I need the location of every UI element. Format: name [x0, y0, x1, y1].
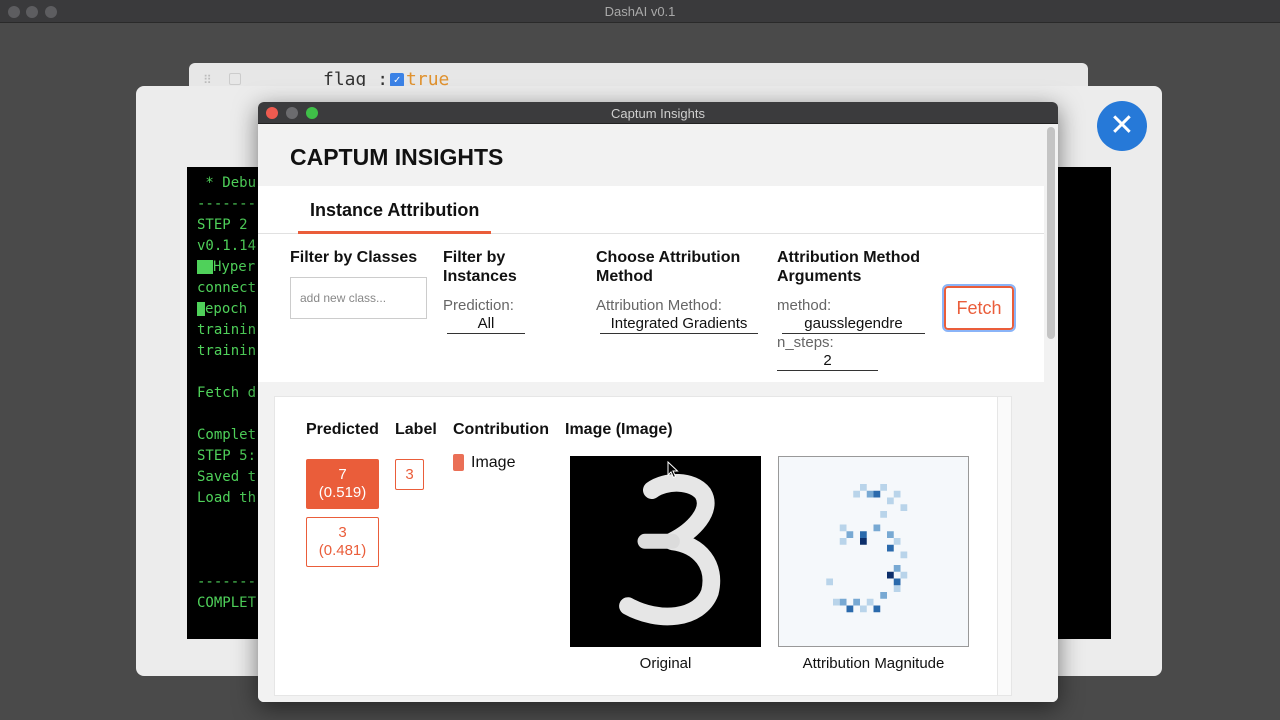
prediction-select[interactable]: All [447, 315, 525, 334]
prediction-class: 7 [338, 466, 347, 483]
method-arguments-heading: Attribution Method Arguments [777, 249, 921, 285]
terminal-line: trainin [197, 322, 257, 338]
arg-method-input[interactable]: gausslegendre [782, 315, 925, 334]
filter-panel: Filter by Classes add new class... Filte… [258, 234, 1044, 382]
filter-instances-heading: Filter by Instances [443, 249, 517, 285]
app-title: DashAI v0.1 [604, 4, 676, 19]
attribution-heatmap [778, 456, 969, 647]
col-image-header: Image (Image) [565, 421, 673, 438]
tab-instance-attribution[interactable]: Instance Attribution [298, 200, 492, 234]
captum-body: CAPTUM INSIGHTS Instance Attribution Fil… [258, 124, 1044, 702]
checkbox[interactable] [229, 73, 241, 85]
captum-window: Captum Insights CAPTUM INSIGHTS Instance… [258, 102, 1058, 702]
arg-nsteps-label: n_steps: [777, 334, 834, 351]
terminal-line: trainin [197, 343, 257, 359]
class-filter-input[interactable]: add new class... [290, 277, 427, 319]
terminal-line: Fetch d [197, 385, 257, 401]
terminal-line-text: Hyper [213, 259, 256, 275]
page-title: CAPTUM INSIGHTS [290, 144, 504, 170]
captum-window-title: Captum Insights [611, 106, 705, 121]
terminal-line: COMPLET [197, 595, 257, 611]
app-header: CAPTUM INSIGHTS [258, 124, 1044, 186]
contribution-label: Image [471, 454, 516, 471]
terminal-cursor-block [197, 302, 205, 316]
fetch-button[interactable]: Fetch [942, 284, 1016, 332]
drag-handle-icon[interactable]: ⠿ [203, 73, 214, 87]
prediction-score: (0.519) [318, 484, 367, 501]
contribution-bar [453, 454, 464, 471]
attribution-caption: Attribution Magnitude [802, 655, 945, 672]
check-icon[interactable]: ✓ [390, 73, 405, 87]
captum-titlebar: Captum Insights [258, 102, 1058, 124]
panel-scrollbar[interactable] [997, 397, 1011, 695]
app-titlebar: DashAI v0.1 [0, 0, 1280, 23]
terminal-line: * Debu [197, 175, 257, 191]
terminal-line: ------- [197, 196, 257, 212]
terminal-line-text: epoch [205, 301, 248, 317]
attribution-method-select[interactable]: Integrated Gradients [600, 315, 758, 334]
prediction-class: 3 [338, 524, 347, 541]
prediction-chip-selected[interactable]: 7 (0.519) [306, 459, 379, 509]
terminal-line: epoch [197, 301, 247, 317]
terminal-line: v0.1.14 [197, 238, 257, 254]
prediction-score: (0.481) [318, 542, 367, 559]
mouse-cursor-icon [667, 461, 679, 479]
terminal-line: Saved t [197, 469, 257, 485]
prediction-chip[interactable]: 3 (0.481) [306, 517, 379, 567]
col-predicted-header: Predicted [306, 421, 379, 438]
terminal-line: ------- [197, 574, 257, 590]
terminal-cursor-block [197, 260, 213, 274]
terminal-line: connect [197, 280, 257, 296]
terminal-line: STEP 5: [197, 448, 257, 464]
arg-method-label: method: [777, 297, 832, 314]
arg-nsteps-input[interactable]: 2 [777, 352, 878, 371]
terminal-line: STEP 2 [197, 217, 248, 233]
filter-classes-heading: Filter by Classes [290, 249, 418, 266]
close-icon: ✕ [1109, 109, 1135, 142]
terminal-line: Complet [197, 427, 257, 443]
col-contribution-header: Contribution [453, 421, 549, 438]
original-image [570, 456, 761, 647]
terminal-line: Load th [197, 490, 257, 506]
original-caption: Original [639, 655, 692, 672]
col-label-header: Label [395, 421, 437, 438]
attribution-method-heading: Choose Attribution Method [596, 249, 741, 285]
attribution-method-label: Attribution Method: [596, 297, 722, 314]
terminal-line: Hyper [197, 259, 255, 275]
close-button[interactable]: ✕ [1097, 101, 1147, 151]
scrollbar-thumb[interactable] [1047, 127, 1055, 339]
captum-scrollbar[interactable] [1044, 124, 1058, 702]
true-label-chip: 3 [395, 459, 424, 490]
prediction-label: Prediction: [443, 297, 514, 314]
results-panel: Predicted Label Contribution Image (Imag… [274, 396, 1012, 696]
tab-bar: Instance Attribution [258, 186, 1044, 234]
